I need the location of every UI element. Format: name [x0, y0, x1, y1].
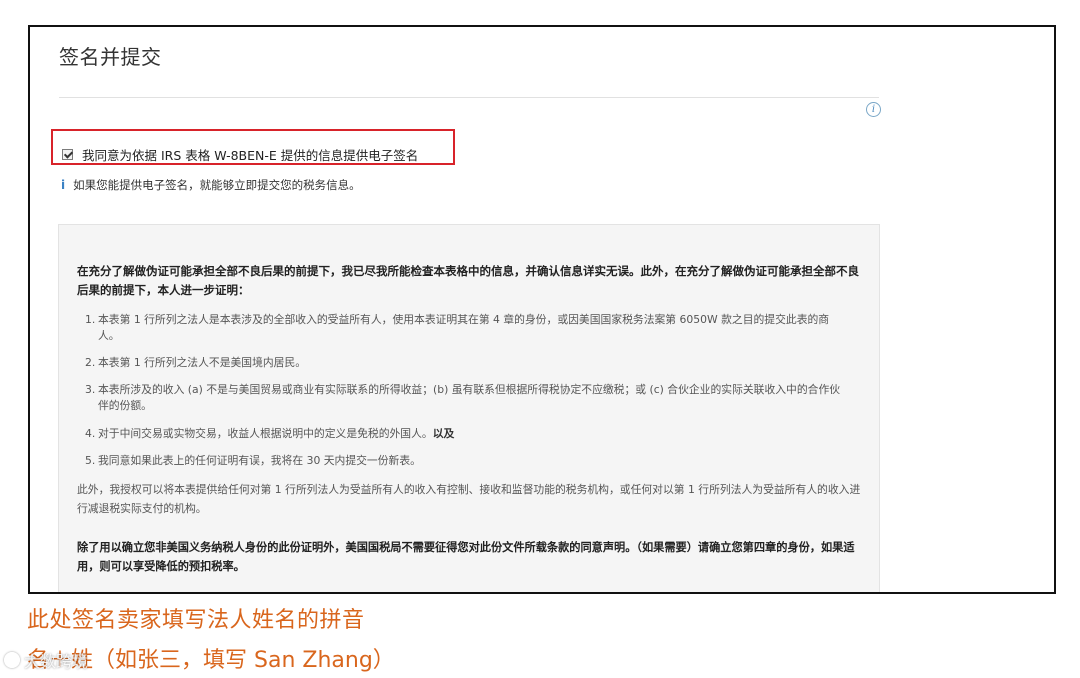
e-signature-consent[interactable]: 我同意为依据 IRS 表格 W-8BEN-E 提供的信息提供电子签名 [62, 145, 418, 164]
item-number: 4. [85, 427, 96, 440]
info-hint-icon: i [61, 178, 66, 192]
certification-intro: 在充分了解做伪证可能承担全部不良后果的前提下，我已尽我所能检查本表格中的信息，并… [77, 264, 859, 297]
info-icon[interactable]: i [866, 102, 881, 117]
section-title: 签名并提交 [59, 45, 162, 69]
annotation-line-1: 此处签名卖家填写法人姓名的拼音 [27, 608, 365, 633]
item-number: 5. [85, 454, 96, 467]
item-text: 我同意如果此表上的任何证明有误，我将在 30 天内提交一份新表。 [98, 454, 421, 467]
certification-item: 2. 本表第 1 行所列之法人不是美国境内居民。 [85, 355, 845, 371]
item-number: 1. [85, 313, 96, 326]
signature-panel: 签名并提交 i 我同意为依据 IRS 表格 W-8BEN-E 提供的信息提供电子… [28, 25, 1056, 594]
certification-item: 1. 本表第 1 行所列之法人是本表涉及的全部收入的受益所有人，使用本表证明其在… [85, 312, 845, 344]
consent-label: 我同意为依据 IRS 表格 W-8BEN-E 提供的信息提供电子签名 [82, 148, 419, 163]
item-text: 本表所涉及的收入 (a) 不是与美国贸易或商业有实际联系的所得收益；(b) 虽有… [98, 383, 841, 412]
item-text: 本表第 1 行所列之法人是本表涉及的全部收入的受益所有人，使用本表证明其在第 4… [98, 313, 830, 342]
watermark-logo-icon [4, 652, 20, 668]
item-text-main: 对于中间交易或实物交易，收益人根据说明中的定义是免税的外国人。 [98, 427, 433, 440]
certification-box: 在充分了解做伪证可能承担全部不良后果的前提下，我已尽我所能检查本表格中的信息，并… [58, 224, 880, 592]
title-divider [59, 97, 879, 98]
hint-text: 如果您能提供电子签名，就能够立即提交您的税务信息。 [73, 178, 361, 192]
certification-item: 4. 对于中间交易或实物交易，收益人根据说明中的定义是免税的外国人。以及 [85, 426, 845, 442]
e-signature-hint: i 如果您能提供电子签名，就能够立即提交您的税务信息。 [61, 177, 361, 193]
watermark: 大数跨境 [4, 648, 88, 672]
item-text-bold: 以及 [432, 427, 455, 440]
item-number: 3. [85, 383, 96, 396]
consent-checkbox[interactable] [62, 149, 73, 160]
authorization-paragraph: 此外，我授权可以将本表提供给任何对第 1 行所列法人为受益所有人的收入有控制、接… [77, 483, 861, 515]
irs-note-paragraph: 除了用以确立您非美国义务纳税人身份的此份证明外，美国国税局不需要征得您对此份文件… [77, 541, 855, 573]
watermark-text: 大数跨境 [24, 652, 89, 671]
item-text: 对于中间交易或实物交易，收益人根据说明中的定义是免税的外国人。以及 [98, 426, 845, 442]
certification-item: 3. 本表所涉及的收入 (a) 不是与美国贸易或商业有实际联系的所得收益；(b)… [85, 382, 845, 414]
item-number: 2. [85, 356, 96, 369]
certification-item: 5. 我同意如果此表上的任何证明有误，我将在 30 天内提交一份新表。 [85, 453, 845, 469]
item-text: 本表第 1 行所列之法人不是美国境内居民。 [98, 356, 307, 369]
